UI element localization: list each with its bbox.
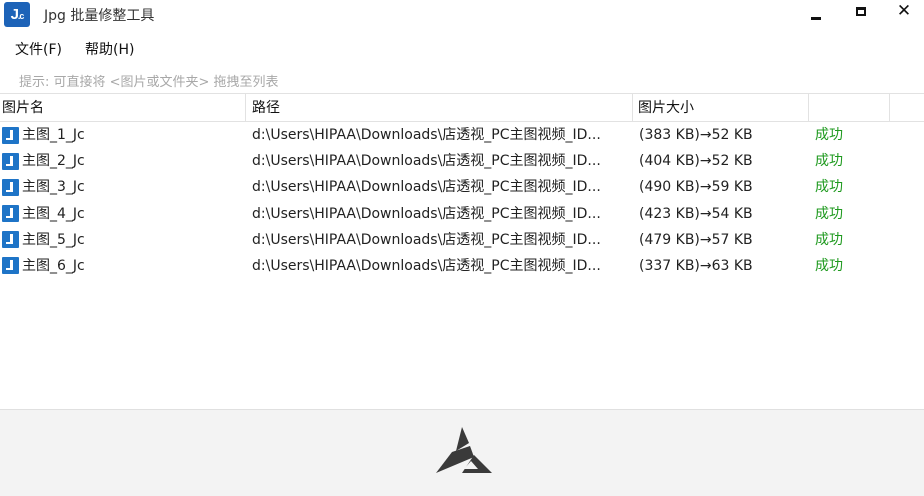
cell-name: 主图_6_Jc: [0, 253, 240, 279]
cell-path: d:\Users\HIPAA\Downloads\店透视_PC主图视频_ID..…: [252, 179, 601, 196]
jpg-file-icon: [2, 231, 19, 249]
cell-path: d:\Users\HIPAA\Downloads\店透视_PC主图视频_ID..…: [252, 231, 601, 248]
cell-name: 主图_5_Jc: [0, 227, 240, 253]
file-name: 主图_5_Jc: [22, 231, 85, 248]
column-header-name[interactable]: 图片名: [0, 94, 246, 122]
close-button[interactable]: ✕: [884, 0, 924, 30]
jpg-file-icon: [2, 152, 19, 170]
triangle-logo-icon[interactable]: [434, 425, 494, 477]
table-row[interactable]: 主图_6_Jc d:\Users\HIPAA\Downloads\店透视_PC主…: [0, 253, 924, 279]
cell-name: 主图_3_Jc: [0, 174, 240, 200]
file-list[interactable]: 图片名 路径 图片大小 主图_1_Jc d:\Users\HIPAA\Downl…: [0, 93, 924, 409]
jpg-file-icon: [2, 205, 19, 223]
column-header-path[interactable]: 路径: [246, 94, 633, 122]
cell-status: 成功: [815, 231, 843, 248]
maximize-button[interactable]: [838, 0, 884, 30]
cell-path: d:\Users\HIPAA\Downloads\店透视_PC主图视频_ID..…: [252, 257, 601, 274]
cell-status: 成功: [815, 127, 843, 143]
title-bar: J.c Jpg 批量修整工具 ✕: [0, 0, 924, 30]
cell-path: d:\Users\HIPAA\Downloads\店透视_PC主图视频_ID..…: [252, 153, 601, 170]
cell-name: 主图_4_Jc: [0, 201, 240, 227]
table-header: 图片名 路径 图片大小: [0, 93, 924, 122]
cell-status: 成功: [815, 179, 843, 196]
table-row[interactable]: 主图_5_Jc d:\Users\HIPAA\Downloads\店透视_PC主…: [0, 227, 924, 253]
table-row[interactable]: 主图_4_Jc d:\Users\HIPAA\Downloads\店透视_PC主…: [0, 201, 924, 227]
column-header-status[interactable]: [809, 94, 890, 122]
file-name: 主图_6_Jc: [22, 257, 85, 274]
minimize-icon: [811, 16, 821, 20]
minimize-button[interactable]: [793, 0, 839, 30]
maximize-icon: [856, 6, 866, 16]
cell-path: d:\Users\HIPAA\Downloads\店透视_PC主图视频_ID..…: [252, 205, 601, 222]
file-name: 主图_4_Jc: [22, 205, 85, 222]
cell-size: (423 KB)→54 KB: [639, 205, 753, 222]
jpg-file-icon: [2, 178, 19, 196]
table-row[interactable]: 主图_3_Jc d:\Users\HIPAA\Downloads\店透视_PC主…: [0, 174, 924, 200]
cell-status: 成功: [815, 205, 843, 222]
window-title: Jpg 批量修整工具: [44, 8, 155, 24]
menu-help[interactable]: 帮助(H): [78, 36, 142, 62]
cell-name: 主图_2_Jc: [0, 148, 240, 174]
cell-size: (490 KB)→59 KB: [639, 179, 753, 196]
menu-file[interactable]: 文件(F): [8, 36, 70, 62]
column-header-size[interactable]: 图片大小: [633, 94, 809, 122]
cell-status: 成功: [815, 153, 843, 170]
cell-path: d:\Users\HIPAA\Downloads\店透视_PC主图视频_ID..…: [252, 127, 601, 143]
cell-name: 主图_1_Jc: [0, 122, 240, 148]
jpg-file-icon: [2, 257, 19, 275]
menu-bar: 文件(F) 帮助(H): [0, 36, 150, 62]
cell-status: 成功: [815, 257, 843, 274]
table-row[interactable]: 主图_1_Jc d:\Users\HIPAA\Downloads\店透视_PC主…: [0, 122, 924, 148]
drop-hint: 提示: 可直接将 <图片或文件夹> 拖拽至列表: [19, 75, 279, 90]
cell-size: (383 KB)→52 KB: [639, 127, 753, 143]
file-name: 主图_1_Jc: [22, 127, 85, 143]
app-logo-icon: J.c: [4, 2, 30, 27]
cell-size: (337 KB)→63 KB: [639, 257, 753, 274]
file-name: 主图_2_Jc: [22, 153, 85, 170]
cell-size: (479 KB)→57 KB: [639, 231, 753, 248]
jpg-file-icon: [2, 126, 19, 144]
cell-size: (404 KB)→52 KB: [639, 153, 753, 170]
close-icon: ✕: [896, 1, 912, 21]
file-name: 主图_3_Jc: [22, 179, 85, 196]
table-row[interactable]: 主图_2_Jc d:\Users\HIPAA\Downloads\店透视_PC主…: [0, 148, 924, 174]
